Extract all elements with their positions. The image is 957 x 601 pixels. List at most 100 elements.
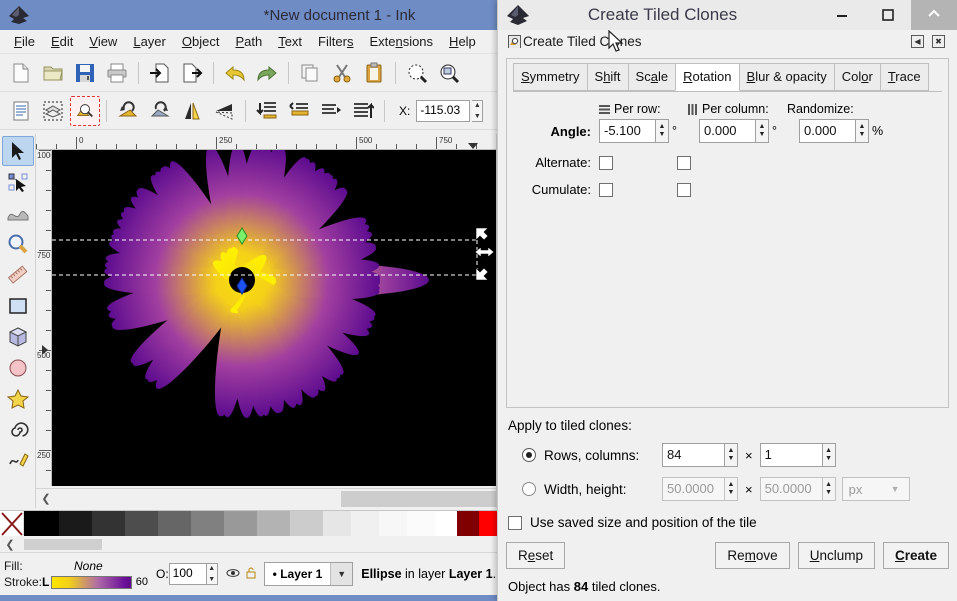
angle-randomize-stepper[interactable]: ▲▼ xyxy=(855,119,869,143)
scroll-left-icon[interactable]: ❮ xyxy=(36,492,56,505)
palette-scrollbar[interactable]: ❮ xyxy=(0,536,510,552)
palette-swatch[interactable] xyxy=(257,511,290,537)
palette-swatch[interactable] xyxy=(457,511,479,537)
opacity-stepper[interactable]: ▲▼ xyxy=(207,563,218,585)
star-tool[interactable] xyxy=(2,384,34,414)
tab-symmetry[interactable]: Symmetry xyxy=(513,63,588,91)
layers-icon[interactable] xyxy=(38,96,68,126)
angle-per-column-field[interactable]: 0.000 ▲▼ xyxy=(699,119,769,143)
width-input[interactable]: 50.0000 xyxy=(662,477,724,501)
rows-input[interactable]: 84 xyxy=(662,443,724,467)
layer-selector[interactable]: • Layer 1 ▼ xyxy=(264,562,354,586)
redo-icon[interactable] xyxy=(252,58,282,88)
rows-stepper[interactable]: ▲▼ xyxy=(724,443,738,467)
chevron-down-icon[interactable]: ▼ xyxy=(330,563,352,585)
raise-icon[interactable] xyxy=(316,96,346,126)
menu-extensions[interactable]: Extensions xyxy=(361,31,441,52)
minimize-button[interactable] xyxy=(819,0,865,30)
tab-trace[interactable]: Trace xyxy=(880,63,929,91)
rows-columns-radio[interactable] xyxy=(522,448,536,462)
horizontal-ruler[interactable]: 0 250 500 750 xyxy=(36,134,496,150)
angle-randomize-field[interactable]: 0.000 ▲▼ xyxy=(799,119,869,143)
save-document-icon[interactable] xyxy=(70,58,100,88)
columns-stepper[interactable]: ▲▼ xyxy=(822,443,836,467)
import-icon[interactable] xyxy=(145,58,175,88)
palette-swatch[interactable] xyxy=(158,511,191,537)
angle-per-row-field[interactable]: -5.100 ▲▼ xyxy=(599,119,669,143)
tab-scale[interactable]: Scale xyxy=(628,63,677,91)
horizontal-scrollbar[interactable]: ❮ xyxy=(36,488,496,508)
menu-edit[interactable]: Edit xyxy=(43,31,81,52)
spiral-tool[interactable] xyxy=(2,415,34,445)
palette-swatch[interactable] xyxy=(323,511,351,537)
stroke-width-value[interactable]: 60 xyxy=(136,575,148,590)
palette-swatch[interactable] xyxy=(92,511,125,537)
close-button[interactable] xyxy=(911,0,957,30)
palette-swatch-none[interactable] xyxy=(0,511,24,537)
rotate-cw-icon[interactable] xyxy=(145,96,175,126)
print-icon[interactable] xyxy=(102,58,132,88)
angle-per-column-stepper[interactable]: ▲▼ xyxy=(755,119,769,143)
angle-per-row-stepper[interactable]: ▲▼ xyxy=(655,119,669,143)
tab-blur-opacity[interactable]: Blur & opacity xyxy=(739,63,835,91)
lower-icon[interactable] xyxy=(284,96,314,126)
tab-rotation[interactable]: Rotation xyxy=(675,63,739,91)
rows-field[interactable]: 84 ▲▼ xyxy=(662,443,738,467)
use-saved-checkbox[interactable] xyxy=(508,516,522,530)
height-input[interactable]: 50.0000 xyxy=(760,477,822,501)
menu-filters[interactable]: Filters xyxy=(310,31,361,52)
palette-swatch[interactable] xyxy=(290,511,323,537)
lower-to-bottom-icon[interactable] xyxy=(252,96,282,126)
menu-object[interactable]: Object xyxy=(174,31,228,52)
use-saved-row[interactable]: Use saved size and position of the tile xyxy=(506,515,949,530)
palette-scroll-thumb[interactable] xyxy=(24,539,102,550)
zoom-drawing-icon[interactable] xyxy=(434,58,464,88)
width-stepper[interactable]: ▲▼ xyxy=(724,477,738,501)
alternate-per-column-checkbox[interactable] xyxy=(677,156,691,170)
columns-field[interactable]: 1 ▲▼ xyxy=(760,443,836,467)
palette-swatch[interactable] xyxy=(379,511,407,537)
palette-swatch[interactable] xyxy=(191,511,224,537)
unclump-button[interactable]: Unclump xyxy=(798,542,875,569)
close-dock-button[interactable]: ✖ xyxy=(932,35,945,48)
zoom-tool[interactable] xyxy=(2,229,34,259)
vertical-ruler[interactable]: 1000 750 500 250 xyxy=(36,150,52,486)
new-document-icon[interactable] xyxy=(6,58,36,88)
palette-swatch[interactable] xyxy=(435,511,457,537)
drawing-canvas[interactable] xyxy=(52,150,496,486)
paste-icon[interactable] xyxy=(359,58,389,88)
palette-swatch[interactable] xyxy=(24,511,59,537)
tab-shift[interactable]: Shift xyxy=(587,63,629,91)
menu-file[interactable]: File xyxy=(6,31,43,52)
raise-to-top-icon[interactable] xyxy=(348,96,378,126)
color-palette[interactable] xyxy=(0,510,510,536)
maximize-button[interactable] xyxy=(865,0,911,30)
horizontal-scroll-thumb[interactable] xyxy=(341,491,496,507)
copy-icon[interactable] xyxy=(295,58,325,88)
palette-swatch[interactable] xyxy=(407,511,435,537)
menu-help[interactable]: Help xyxy=(441,31,484,52)
ellipse-tool[interactable] xyxy=(2,353,34,383)
palette-swatch[interactable] xyxy=(351,511,379,537)
chevron-down-icon[interactable]: ▼ xyxy=(876,484,909,494)
create-button[interactable]: Create xyxy=(883,542,949,569)
flip-vertical-icon[interactable] xyxy=(209,96,239,126)
reset-button[interactable]: Reset xyxy=(506,542,565,569)
tweak-tool[interactable] xyxy=(2,198,34,228)
pencil-tool[interactable] xyxy=(2,446,34,476)
remove-button[interactable]: Remove xyxy=(715,542,789,569)
layer-visibility-icon[interactable] xyxy=(224,567,242,582)
collapse-dock-button[interactable]: ◀ xyxy=(911,35,924,48)
undo-icon[interactable] xyxy=(220,58,250,88)
columns-input[interactable]: 1 xyxy=(760,443,822,467)
x-coordinate-input[interactable]: -115.03 xyxy=(416,100,470,122)
cut-icon[interactable] xyxy=(327,58,357,88)
height-field[interactable]: 50.0000 ▲▼ xyxy=(760,477,836,501)
node-tool[interactable] xyxy=(2,167,34,197)
unit-dropdown[interactable]: px ▼ xyxy=(842,477,910,501)
zoom-selection-icon[interactable] xyxy=(402,58,432,88)
tiled-clones-icon[interactable] xyxy=(70,96,100,126)
palette-swatch[interactable] xyxy=(59,511,92,537)
layer-lock-icon[interactable] xyxy=(242,566,260,582)
flip-horizontal-icon[interactable] xyxy=(177,96,207,126)
